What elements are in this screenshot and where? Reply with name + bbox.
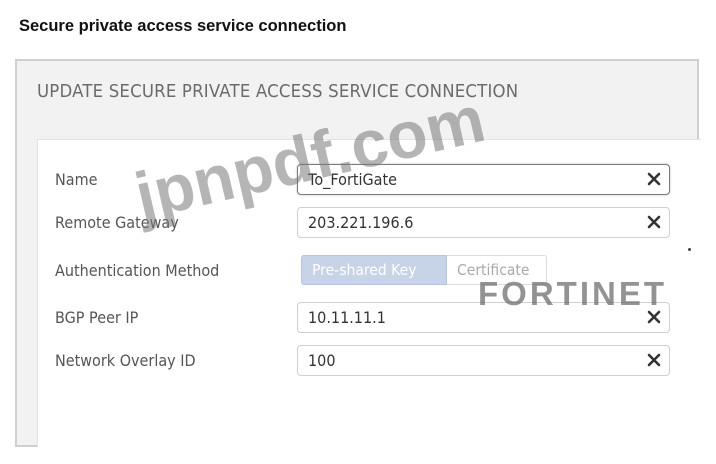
close-icon[interactable] — [647, 215, 661, 229]
page-title: Secure private access service connection — [19, 17, 347, 35]
form-row-network-overlay-id: Network Overlay ID 100 — [38, 345, 701, 377]
form-row-bgp-peer-ip: BGP Peer IP 10.11.11.1 — [38, 302, 701, 334]
panel-header: UPDATE SECURE PRIVATE ACCESS SERVICE CON… — [37, 81, 519, 102]
form-row-authentication-method: Authentication Method Pre-shared Key Cer… — [38, 255, 701, 287]
name-label: Name — [55, 170, 98, 189]
remote-gateway-field[interactable]: 203.221.196.6 — [297, 207, 670, 238]
name-field[interactable]: To_FortiGate — [297, 164, 670, 195]
certificate-option[interactable]: Certificate — [447, 255, 547, 285]
bgp-peer-ip-value: 10.11.11.1 — [308, 308, 386, 327]
close-icon[interactable] — [647, 353, 661, 367]
form-row-name: Name To_FortiGate — [38, 164, 701, 196]
remote-gateway-value: 203.221.196.6 — [308, 213, 414, 232]
close-icon[interactable] — [647, 310, 661, 324]
authentication-method-label: Authentication Method — [55, 261, 220, 280]
pre-shared-key-option[interactable]: Pre-shared Key — [301, 255, 447, 285]
bgp-peer-ip-field[interactable]: 10.11.11.1 — [297, 302, 670, 333]
network-overlay-id-value: 100 — [308, 351, 336, 370]
network-overlay-id-label: Network Overlay ID — [55, 351, 196, 370]
network-overlay-id-field[interactable]: 100 — [297, 345, 670, 376]
name-value: To_FortiGate — [308, 170, 398, 189]
decorative-dot — [688, 248, 691, 251]
close-icon[interactable] — [647, 172, 661, 186]
authentication-method-toggle: Pre-shared Key Certificate — [301, 255, 547, 285]
update-connection-panel: UPDATE SECURE PRIVATE ACCESS SERVICE CON… — [15, 59, 701, 447]
connection-form: Name To_FortiGate Remote Gateway 203.221… — [37, 139, 701, 447]
bgp-peer-ip-label: BGP Peer IP — [55, 308, 139, 327]
remote-gateway-label: Remote Gateway — [55, 213, 179, 232]
form-row-remote-gateway: Remote Gateway 203.221.196.6 — [38, 207, 701, 239]
